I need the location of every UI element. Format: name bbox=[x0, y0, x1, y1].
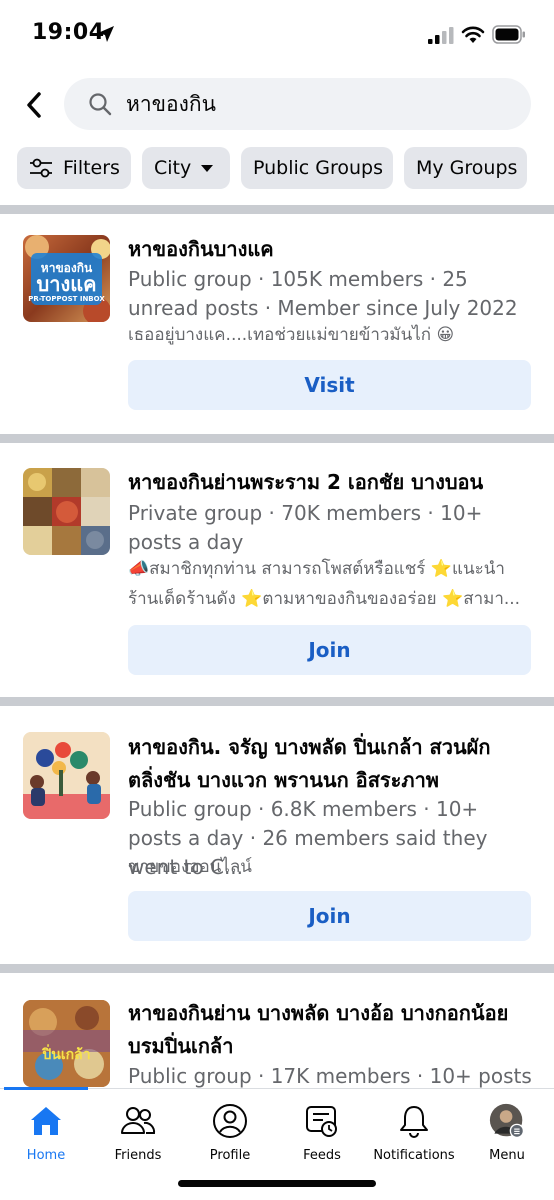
divider bbox=[0, 205, 554, 214]
illustration-image bbox=[23, 732, 110, 819]
tab-menu-label: Menu bbox=[489, 1148, 525, 1163]
status-time: 19:04 bbox=[32, 20, 105, 45]
cellular-signal-icon bbox=[428, 27, 454, 44]
profile-icon bbox=[212, 1103, 248, 1139]
home-indicator[interactable] bbox=[178, 1180, 376, 1187]
city-chip-label: City bbox=[154, 157, 192, 179]
group-description: 📣สมาชิกทุกท่าน สามารถโพสต์หรือแชร์ ⭐แนะน… bbox=[128, 559, 521, 609]
tab-friends[interactable]: Friends bbox=[92, 1089, 184, 1169]
divider bbox=[0, 434, 554, 443]
sliders-icon bbox=[29, 157, 53, 179]
chevron-left-icon bbox=[27, 92, 41, 118]
tab-notifications[interactable]: Notifications bbox=[368, 1089, 460, 1169]
visit-button[interactable]: Visit bbox=[128, 360, 531, 410]
menu-avatar-icon bbox=[489, 1103, 525, 1139]
caret-down-icon bbox=[201, 164, 214, 172]
search-input[interactable]: หาของกิน bbox=[64, 78, 531, 130]
battery-icon bbox=[492, 25, 525, 44]
group-result: ปิ่นเกล้า หาของกินย่าน บางพลัด บางอ้อ บา… bbox=[0, 973, 554, 1088]
group-thumbnail-text: PR-TOPPOST INBOX bbox=[28, 295, 105, 303]
join-button[interactable]: Join bbox=[128, 625, 531, 675]
my-groups-chip[interactable]: My Groups bbox=[404, 147, 527, 189]
tab-feeds[interactable]: Feeds bbox=[276, 1089, 368, 1169]
status-bar: 19:04 bbox=[0, 0, 554, 70]
group-description: ขายของออนไลน์ bbox=[128, 857, 252, 877]
group-result: หาของกิน. จรัญ บางพลัด ปิ่นเกล้า สวนผัก … bbox=[0, 706, 554, 964]
filter-chips: Filters City Public Groups My Groups bbox=[17, 147, 527, 189]
group-thumbnail[interactable] bbox=[23, 468, 110, 555]
tab-profile-label: Profile bbox=[209, 1148, 251, 1163]
group-thumbnail[interactable]: ปิ่นเกล้า bbox=[23, 1000, 110, 1087]
divider bbox=[0, 964, 554, 973]
group-thumbnail-text: บางแค bbox=[36, 272, 97, 296]
group-title[interactable]: หาของกินบางแค bbox=[128, 233, 538, 266]
group-thumbnail-text: ปิ่นเกล้า bbox=[42, 1047, 91, 1063]
tab-notifications-label: Notifications bbox=[373, 1148, 455, 1163]
group-meta: Public group · 105K members · 25 unread … bbox=[128, 267, 518, 320]
group-title[interactable]: หาของกินย่านพระราม 2 เอกชัย บางบอน bbox=[128, 466, 538, 499]
search-header: หาของกิน bbox=[0, 78, 554, 132]
tab-profile[interactable]: Profile bbox=[184, 1089, 276, 1169]
join-button[interactable]: Join bbox=[128, 891, 531, 941]
home-icon bbox=[28, 1103, 64, 1139]
tab-menu[interactable]: Menu bbox=[461, 1089, 553, 1169]
location-arrow-icon bbox=[98, 26, 114, 42]
group-result: หาของกินย่านพระราม 2 เอกชัย บางบอน Priva… bbox=[0, 443, 554, 697]
group-title[interactable]: หาของกินย่าน บางพลัด บางอ้อ บางกอกน้อย บ… bbox=[128, 997, 538, 1063]
back-button[interactable] bbox=[18, 88, 50, 122]
group-thumbnail[interactable]: หาของกิน บางแค PR-TOPPOST INBOX bbox=[23, 235, 110, 322]
bell-icon bbox=[396, 1103, 432, 1139]
group-result: หาของกิน บางแค PR-TOPPOST INBOX หาของกิน… bbox=[0, 214, 554, 434]
filters-chip-label: Filters bbox=[63, 157, 120, 179]
tab-home-label: Home bbox=[26, 1148, 66, 1163]
my-groups-chip-label: My Groups bbox=[416, 157, 518, 179]
group-thumbnail[interactable] bbox=[23, 732, 110, 819]
public-groups-chip[interactable]: Public Groups bbox=[241, 147, 393, 189]
tab-home[interactable]: Home bbox=[0, 1089, 92, 1169]
tab-feeds-label: Feeds bbox=[303, 1148, 341, 1163]
city-chip[interactable]: City bbox=[142, 147, 230, 189]
public-groups-chip-label: Public Groups bbox=[253, 157, 384, 179]
search-icon bbox=[89, 93, 112, 116]
friends-icon bbox=[120, 1103, 156, 1139]
wifi-icon bbox=[461, 26, 485, 43]
divider bbox=[0, 697, 554, 706]
food-collage-image bbox=[23, 468, 110, 555]
feeds-icon bbox=[304, 1103, 340, 1139]
group-description: เธออยู่บางแค....เทอช่วยแม่ขายข้าวมันไก่ … bbox=[128, 325, 455, 345]
filters-chip[interactable]: Filters bbox=[17, 147, 131, 189]
tab-friends-label: Friends bbox=[114, 1148, 162, 1163]
group-title[interactable]: หาของกิน. จรัญ บางพลัด ปิ่นเกล้า สวนผัก … bbox=[128, 731, 538, 797]
group-meta: Private group · 70K members · 10+ posts … bbox=[128, 501, 483, 554]
group-meta: Public group · 17K members · 10+ posts a bbox=[128, 1064, 532, 1088]
search-query: หาของกิน bbox=[126, 92, 216, 116]
